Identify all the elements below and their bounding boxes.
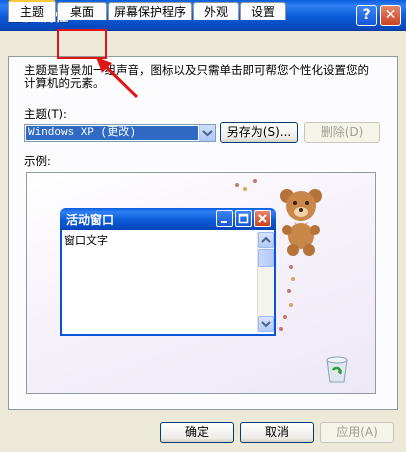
scroll-down-icon <box>258 316 274 332</box>
scroll-up-icon <box>258 232 274 248</box>
chevron-down-icon[interactable] <box>199 125 215 141</box>
help-button[interactable]: ? <box>356 5 377 26</box>
minimize-icon <box>216 210 233 227</box>
theme-description: 主题是背景加一组声音，图标以及只需单击即可帮您个性化设置您的计算机的元素。 <box>24 63 369 90</box>
preview-title-bar: 活动窗口 <box>60 208 276 230</box>
tab-appearance[interactable]: 外观 <box>193 2 239 20</box>
maximize-icon <box>235 210 252 227</box>
close-icon: ✕ <box>384 7 397 23</box>
preview-window-title: 活动窗口 <box>66 213 115 227</box>
recycle-bin-icon <box>326 356 348 383</box>
save-as-button[interactable]: 另存为(S)... <box>220 122 298 143</box>
scroll-thumb <box>258 249 274 267</box>
theme-dropdown[interactable]: Windows XP (更改) <box>24 124 216 142</box>
preview-window-text: 窗口文字 <box>64 234 108 247</box>
apply-button[interactable]: 应用(A) <box>320 422 394 443</box>
preview-label: 示例: <box>24 154 51 168</box>
tab-themes[interactable]: 主题 <box>8 0 56 22</box>
theme-preview: 活动窗口 窗口文字 <box>26 172 376 394</box>
arrow-annotation-icon <box>96 57 139 99</box>
theme-dropdown-value: Windows XP (更改) <box>26 126 198 140</box>
tab-desktop[interactable]: 桌面 <box>57 2 107 20</box>
ok-button[interactable]: 确定 <box>160 422 234 443</box>
preview-scrollbar <box>257 232 274 332</box>
delete-button[interactable]: 删除(D) <box>304 122 380 143</box>
help-icon: ? <box>362 7 371 23</box>
tab-screensaver[interactable]: 屏幕保护程序 <box>108 2 192 20</box>
theme-label: 主题(T): <box>24 107 67 121</box>
preview-active-window: 活动窗口 窗口文字 <box>60 208 276 336</box>
tab-settings[interactable]: 设置 <box>240 2 286 20</box>
cancel-button[interactable]: 取消 <box>240 422 314 443</box>
teddy-bear-icon <box>280 189 322 256</box>
close-button[interactable]: ✕ <box>380 5 401 26</box>
close-icon <box>254 210 271 227</box>
